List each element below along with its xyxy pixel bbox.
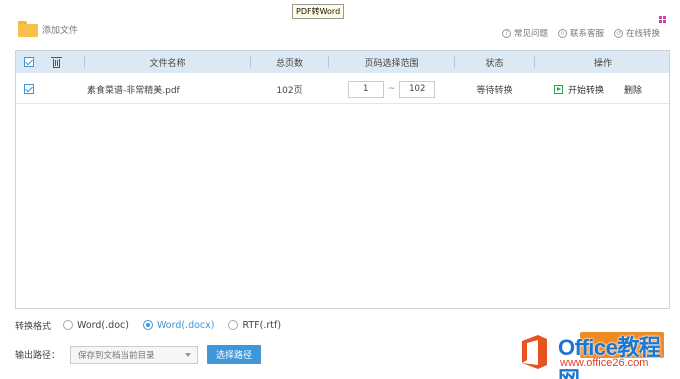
- file-list-panel: 文件名称 总页数 页码选择范围 状态 操作 素食菜谱-非常精美.pdf 102页…: [15, 50, 670, 309]
- output-path-select[interactable]: 保存到文档当前目录: [70, 345, 199, 364]
- format-option-rtf-label: RTF(.rtf): [242, 319, 282, 331]
- headset-icon: ∩: [557, 28, 567, 38]
- range-separator: ~: [387, 84, 396, 94]
- radio-rtf[interactable]: [228, 320, 239, 330]
- watermark-url: www.office26.com: [560, 357, 649, 369]
- watermark: Office教程网 www.office26.com: [514, 330, 676, 379]
- watermark-title: Office教程网: [558, 335, 661, 379]
- chevron-down-icon: [185, 352, 192, 357]
- select-all-checkbox[interactable]: [24, 57, 34, 67]
- start-convert-button[interactable]: 开始转换: [549, 74, 609, 104]
- window-title-tooltip: PDF转Word: [292, 4, 345, 19]
- row-checkbox[interactable]: [24, 84, 34, 94]
- header-filename: 文件名称: [149, 58, 186, 69]
- trash-icon[interactable]: [50, 56, 62, 68]
- format-option-docx[interactable]: Word(.docx): [142, 319, 215, 331]
- play-icon: [553, 84, 563, 94]
- format-option-doc[interactable]: Word(.doc): [63, 320, 129, 331]
- delete-label: 删除: [623, 85, 642, 96]
- choose-path-button[interactable]: 选择路径: [207, 345, 262, 364]
- row-total-pages: 102页: [276, 85, 303, 96]
- format-option-rtf[interactable]: RTF(.rtf): [228, 320, 281, 331]
- folder-icon: [18, 21, 38, 37]
- online-convert-icon: ↺: [613, 28, 623, 38]
- online-convert-link[interactable]: ↺ 在线转换: [613, 27, 660, 39]
- format-option-doc-label: Word(.doc): [77, 319, 129, 331]
- select-all-cell: [23, 51, 35, 73]
- toolbar: 添加文件 ? 常见问题 ∩ 联系客服 ↺ 在线转换: [0, 16, 680, 46]
- output-path-label: 输出路径：: [15, 351, 61, 361]
- header-total-pages: 总页数: [275, 58, 303, 69]
- faq-label: 常见问题: [513, 29, 548, 39]
- row-status: 等待转换: [476, 85, 513, 96]
- row-page-range: ~: [329, 74, 454, 104]
- radio-doc[interactable]: [63, 320, 74, 330]
- format-label: 转换格式: [15, 321, 52, 332]
- header-status: 状态: [485, 58, 504, 69]
- output-path-row: 输出路径： 保存到文档当前目录 选择路径: [15, 345, 262, 364]
- format-selector: 转换格式 Word(.doc) Word(.docx) RTF(.rtf): [15, 318, 295, 332]
- header-actions: 操作: [593, 58, 612, 69]
- output-path-value: 保存到文档当前目录: [78, 350, 155, 361]
- table-header: 文件名称 总页数 页码选择范围 状态 操作: [16, 51, 669, 73]
- radio-docx[interactable]: [142, 320, 153, 330]
- faq-link[interactable]: ? 常见问题: [501, 27, 548, 39]
- add-file-label: 添加文件: [42, 25, 79, 36]
- gift-icon[interactable]: [659, 16, 667, 24]
- row-checkbox-cell: [23, 74, 35, 104]
- top-links: ? 常见问题 ∩ 联系客服 ↺ 在线转换: [501, 27, 660, 39]
- help-icon: ?: [501, 28, 511, 38]
- format-option-docx-label: Word(.docx): [156, 319, 215, 331]
- range-from-input[interactable]: [347, 80, 384, 98]
- office-logo-icon: [522, 335, 547, 369]
- delete-row-button[interactable]: 删除: [616, 74, 650, 104]
- header-page-range: 页码选择范围: [364, 58, 419, 69]
- row-filename: 素食菜谱-非常精美.pdf: [87, 85, 180, 96]
- range-to-input[interactable]: [399, 80, 436, 98]
- start-convert-label: 开始转换: [567, 85, 604, 96]
- contact-support-label: 联系客服: [569, 29, 604, 39]
- contact-support-link[interactable]: ∩ 联系客服: [557, 27, 604, 39]
- online-convert-label: 在线转换: [625, 29, 660, 39]
- table-row: 素食菜谱-非常精美.pdf 102页 ~ 等待转换 开始转换 删除: [16, 74, 669, 104]
- add-file-button[interactable]: 添加文件: [18, 21, 78, 37]
- delete-all-cell: [49, 51, 63, 73]
